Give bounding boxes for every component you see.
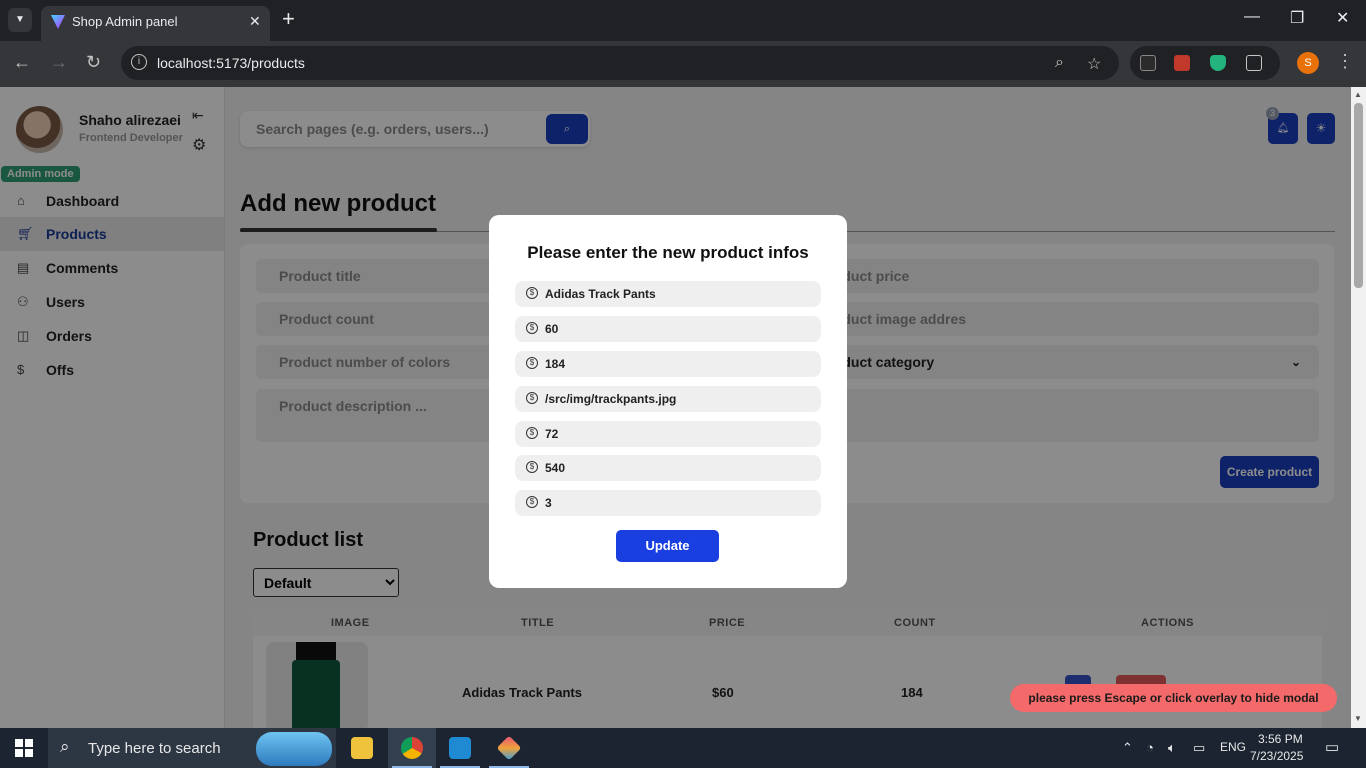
modal-popularity-input[interactable]: $ 72 (515, 421, 821, 447)
modal-sale-input[interactable]: $ 540 (515, 455, 821, 481)
file-explorer-app[interactable] (338, 728, 386, 768)
edit-product-modal: Please enter the new product infos $ Adi… (489, 215, 847, 588)
close-window-icon[interactable]: ✕ (1336, 8, 1349, 28)
modal-title: Please enter the new product infos (527, 243, 809, 262)
dollar-icon: $ (526, 287, 538, 299)
profile-avatar[interactable]: S (1297, 52, 1319, 74)
extensions-area (1130, 46, 1280, 80)
new-tab-icon[interactable]: + (282, 6, 295, 32)
input-value: Adidas Track Pants (545, 287, 656, 301)
dollar-icon: $ (526, 357, 538, 369)
zoom-icon[interactable]: ⌕ (1055, 54, 1064, 72)
input-value: /src/img/trackpants.jpg (545, 392, 677, 406)
language-indicator[interactable]: ENG (1220, 740, 1246, 754)
browser-tab[interactable]: Shop Admin panel ✕ (41, 6, 270, 41)
modal-colors-input[interactable]: $ 3 (515, 490, 821, 516)
input-value: 3 (545, 496, 552, 510)
notification-center-icon[interactable]: ▭ (1325, 738, 1339, 756)
modal-count-input[interactable]: $ 184 (515, 351, 821, 377)
extension-red-icon[interactable] (1174, 55, 1190, 71)
reload-icon[interactable]: ↻ (86, 52, 101, 73)
folder-icon (351, 737, 373, 759)
scroll-up-icon[interactable]: ▲ (1354, 90, 1362, 99)
git-icon (496, 735, 522, 761)
browser-toolbar: ← → ↻ i localhost:5173/products ⌕ ☆ S ⋮ (0, 41, 1366, 87)
search-icon: ⌕ (60, 737, 70, 756)
battery-icon[interactable]: ▭ (1193, 740, 1205, 756)
clock-time[interactable]: 3:56 PM (1258, 732, 1303, 746)
browser-tab-strip: ▼ Shop Admin panel ✕ + — ❐ ✕ (0, 0, 1366, 41)
taskbar-search[interactable]: ⌕ Type here to search (48, 728, 336, 768)
modal-image-input[interactable]: $ /src/img/trackpants.jpg (515, 386, 821, 412)
dollar-icon: $ (526, 496, 538, 508)
close-tab-icon[interactable]: ✕ (249, 13, 261, 30)
chrome-icon (401, 737, 423, 759)
chrome-app[interactable] (388, 728, 436, 768)
taskbar: ⌕ Type here to search ⌃ ◔ 🔈︎ ▭ ENG 3:56 … (0, 728, 1366, 768)
restore-icon[interactable]: ❐ (1290, 8, 1304, 28)
input-value: 184 (545, 357, 566, 371)
shield-extension-icon[interactable] (1210, 55, 1226, 71)
scroll-down-icon[interactable]: ▼ (1354, 714, 1362, 723)
page-content: Shaho alirezaei Frontend Developer ⇤ ⚙ A… (0, 87, 1366, 728)
input-value: 72 (545, 427, 559, 441)
vite-favicon-icon (51, 15, 65, 29)
whale-search-highlight-icon (256, 732, 332, 766)
dollar-icon: $ (526, 392, 538, 404)
bookmark-star-icon[interactable]: ☆ (1087, 54, 1101, 74)
input-value: 60 (545, 322, 559, 336)
minimize-icon[interactable]: — (1244, 8, 1260, 26)
modal-price-input[interactable]: $ 60 (515, 316, 821, 342)
update-button[interactable]: Update (616, 530, 719, 562)
tab-search-button[interactable]: ▼ (8, 8, 32, 32)
taskbar-search-text: Type here to search (88, 740, 221, 757)
network-icon[interactable]: ◔ (1146, 740, 1154, 755)
eyedropper-extension-icon[interactable] (1140, 55, 1156, 71)
modal-title-input[interactable]: $ Adidas Track Pants (515, 281, 821, 307)
site-info-icon[interactable]: i (131, 54, 147, 70)
extensions-puzzle-icon[interactable] (1246, 55, 1262, 71)
url-text: localhost:5173/products (157, 55, 305, 71)
chevron-up-icon[interactable]: ⌃ (1122, 740, 1133, 756)
scroll-thumb[interactable] (1354, 103, 1363, 288)
address-bar[interactable]: i localhost:5173/products ⌕ ☆ (121, 46, 1119, 80)
forward-icon[interactable]: → (50, 52, 68, 73)
vscode-icon (449, 737, 471, 759)
clock-date[interactable]: 7/23/2025 (1250, 749, 1303, 763)
vscode-app[interactable] (436, 728, 484, 768)
windows-start-icon[interactable] (15, 739, 33, 757)
page-scrollbar[interactable]: ▲ ▼ (1351, 87, 1366, 728)
dollar-icon: $ (526, 427, 538, 439)
tab-title: Shop Admin panel (72, 14, 178, 29)
dollar-icon: $ (526, 322, 538, 334)
browser-menu-icon[interactable]: ⋮ (1336, 51, 1354, 72)
dollar-icon: $ (526, 461, 538, 473)
volume-icon[interactable]: 🔈︎ (1168, 740, 1176, 756)
input-value: 540 (545, 461, 566, 475)
escape-hint-toast: please press Escape or click overlay to … (1010, 684, 1337, 712)
back-icon[interactable]: ← (13, 52, 31, 73)
git-app[interactable] (485, 728, 533, 768)
